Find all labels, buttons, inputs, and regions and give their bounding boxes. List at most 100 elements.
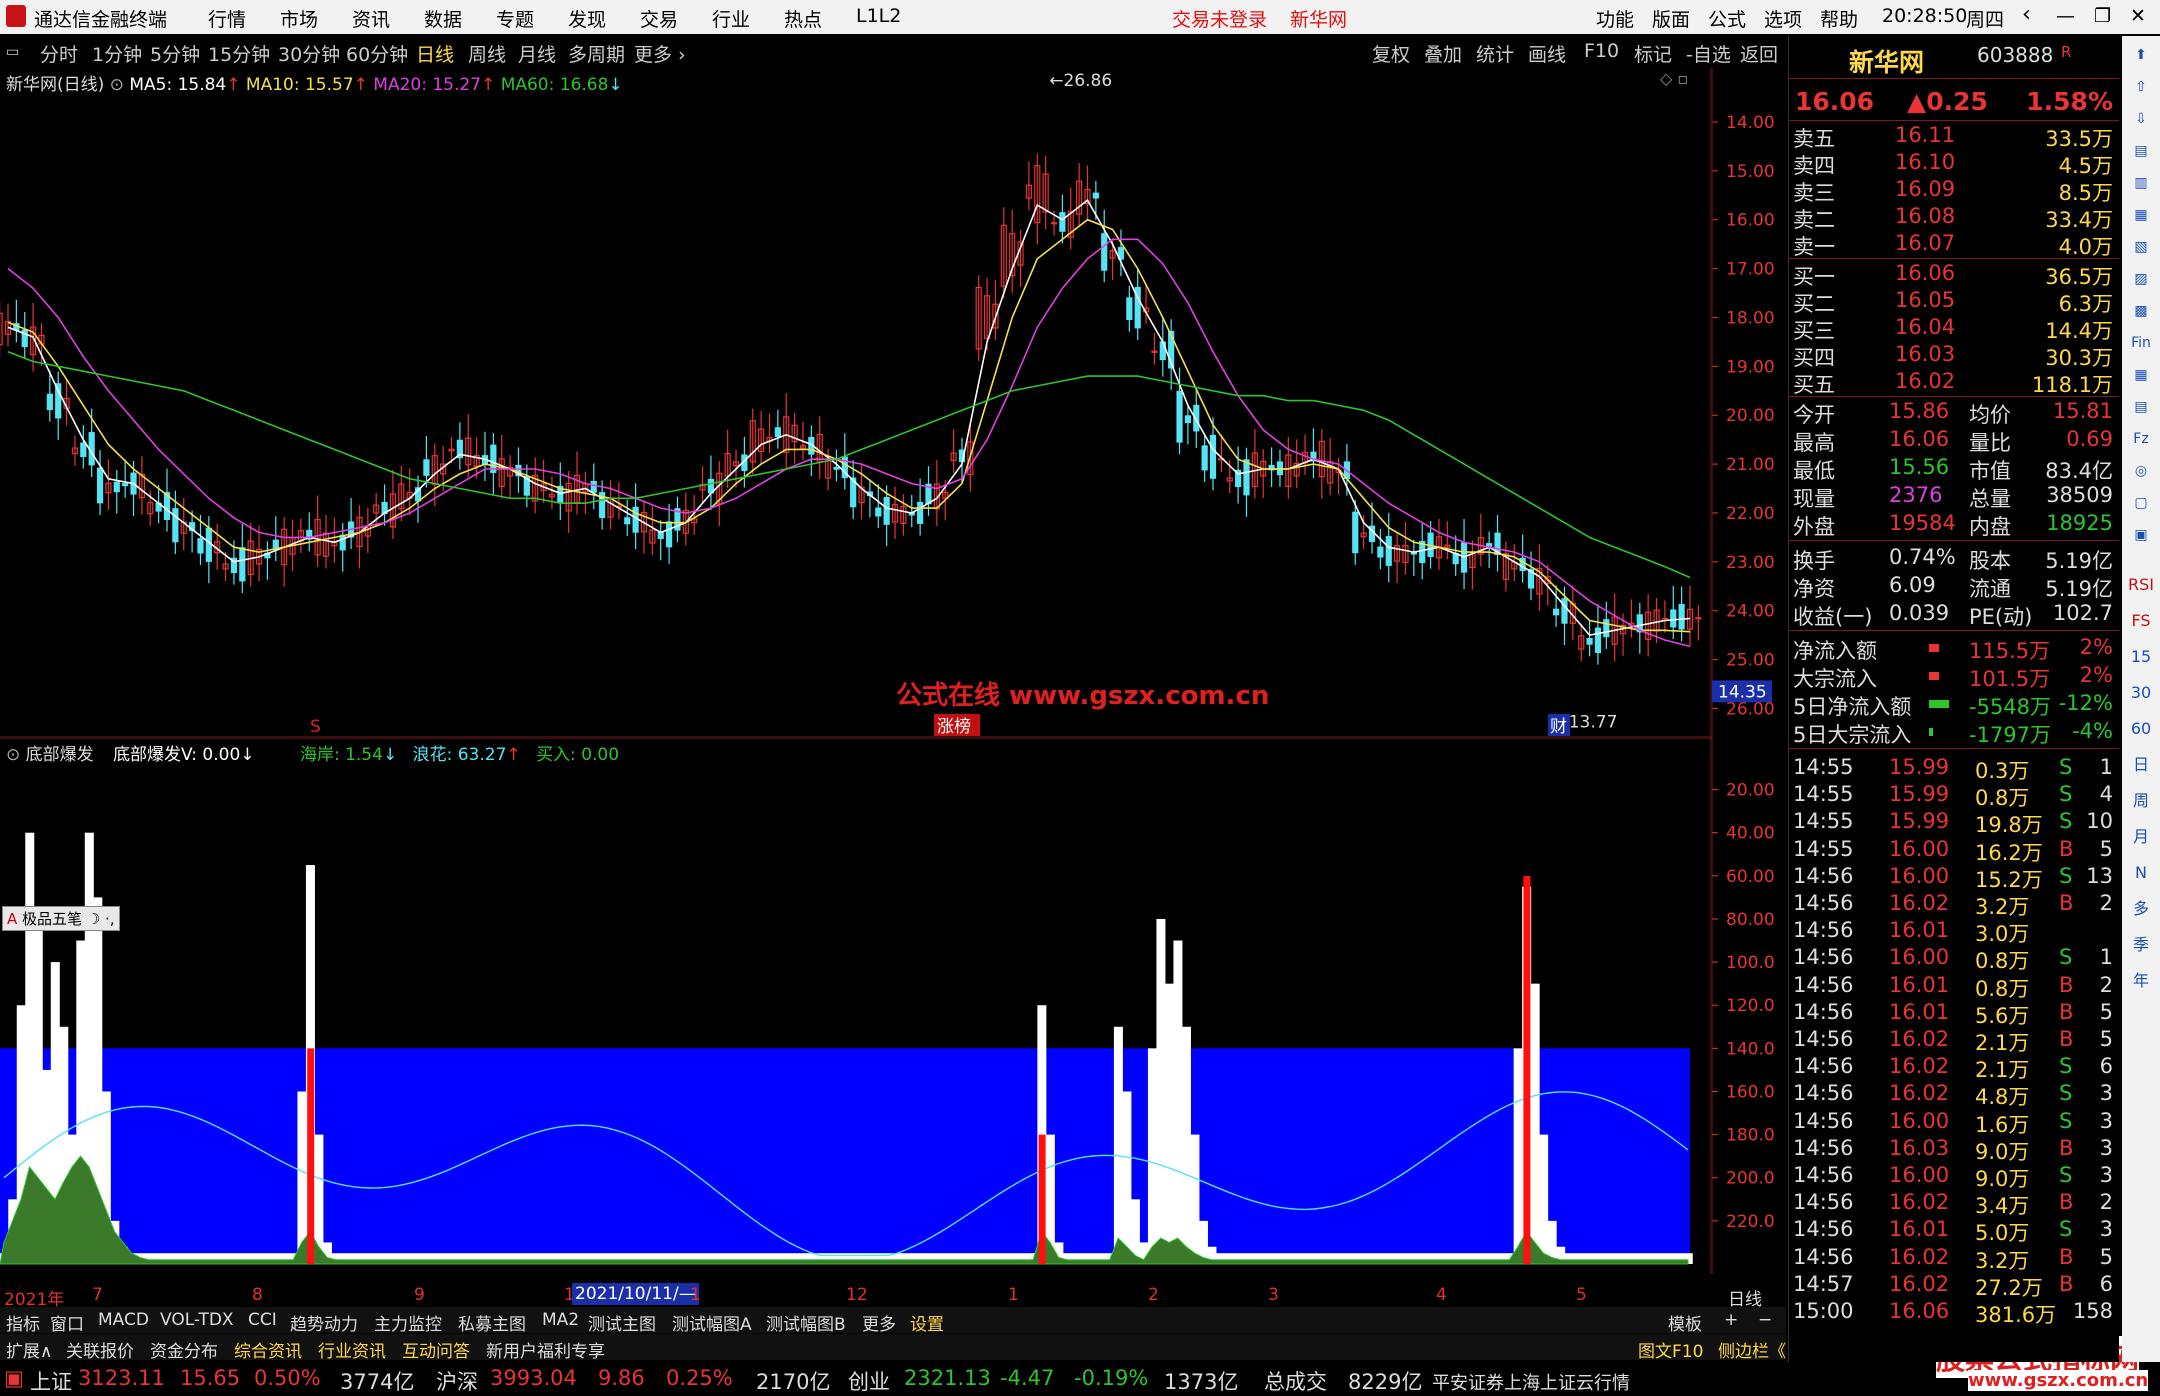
period-daily[interactable]: 日线 xyxy=(416,40,454,67)
toolbar-icon[interactable]: Fin xyxy=(2128,330,2154,356)
toolbar-item-7[interactable]: 月 xyxy=(2128,824,2154,850)
tab-ceshi-b[interactable]: 测试幅图B xyxy=(766,1310,846,1335)
menu-item-redian[interactable]: 热点 xyxy=(784,5,822,32)
back-icon[interactable]: ‹ xyxy=(2022,2,2031,27)
tool-tongji[interactable]: 统计 xyxy=(1476,40,1514,67)
menu-item-gongneng[interactable]: 功能 xyxy=(1596,5,1634,32)
tab-cci[interactable]: CCI xyxy=(248,1310,277,1330)
tool-fuquan[interactable]: 复权 xyxy=(1372,40,1410,67)
toolbar-item-9[interactable]: 多 xyxy=(2128,896,2154,922)
menu-item-banmian[interactable]: 版面 xyxy=(1652,5,1690,32)
tab-ceshi-a[interactable]: 测试幅图A xyxy=(672,1310,752,1335)
ime-toolbar[interactable]: A 极品五笔 ☽ ·, xyxy=(2,906,120,931)
indicator-chart[interactable] xyxy=(0,738,1712,1274)
tab-zijin[interactable]: 资金分布 xyxy=(150,1337,218,1362)
period-weekly[interactable]: 周线 xyxy=(468,40,506,67)
tab-hangye[interactable]: 行业资讯 xyxy=(318,1337,386,1362)
menu-item-hangye[interactable]: 行业 xyxy=(712,5,750,32)
menu-item-bangzhu[interactable]: 帮助 xyxy=(1820,5,1858,32)
toolbar-icon[interactable]: ▨ xyxy=(2128,266,2154,292)
toolbar-icon[interactable]: ▥ xyxy=(2128,170,2154,196)
tab-tuwen-f10[interactable]: 图文F10 xyxy=(1638,1337,1703,1362)
tab-guanlian[interactable]: 关联报价 xyxy=(66,1337,134,1362)
tool-biaoji[interactable]: 标记 xyxy=(1634,40,1672,67)
toolbar-icon[interactable]: ▩ xyxy=(2128,298,2154,324)
toolbar-item-11[interactable]: 年 xyxy=(2128,968,2154,994)
menu-item-shuju[interactable]: 数据 xyxy=(424,5,462,32)
tab-macd[interactable]: MACD xyxy=(98,1310,149,1330)
tab-zhibiao[interactable]: 指标 xyxy=(6,1310,40,1335)
tab-chuangkou[interactable]: 窗口 xyxy=(50,1310,84,1335)
toolbar-item-3[interactable]: 30 xyxy=(2128,680,2154,706)
settings-icon[interactable]: ⊙ xyxy=(110,75,130,95)
add-button[interactable]: + xyxy=(1724,1310,1738,1330)
toolbar-icon[interactable]: ▢ xyxy=(2128,490,2154,516)
close-icon[interactable]: ✕ xyxy=(2130,5,2146,27)
menu-item-gongshi[interactable]: 公式 xyxy=(1708,5,1746,32)
period-30min[interactable]: 30分钟 xyxy=(278,40,340,67)
toolbar-icon[interactable]: ▦ xyxy=(2128,362,2154,388)
sz-name[interactable]: 沪深 xyxy=(436,1366,478,1396)
period-5min[interactable]: 5分钟 xyxy=(150,40,200,67)
toolbar-icon[interactable]: ◎ xyxy=(2128,458,2154,484)
period-more[interactable]: 更多 › xyxy=(634,40,686,67)
menu-item-xuanxiang[interactable]: 选项 xyxy=(1764,5,1802,32)
tab-ma2[interactable]: MA2 xyxy=(542,1310,579,1330)
toolbar-icon[interactable]: ▤ xyxy=(2128,394,2154,420)
indicator-name[interactable]: 底部爆发 xyxy=(26,745,94,765)
menu-item-zhuanti[interactable]: 专题 xyxy=(496,5,534,32)
toolbar-item-1[interactable]: FS xyxy=(2128,608,2154,634)
period-fenshi[interactable]: 分时 xyxy=(40,40,78,67)
tab-sidebar[interactable]: 侧边栏《 xyxy=(1718,1337,1786,1362)
menu-item-zixun[interactable]: 资讯 xyxy=(352,5,390,32)
period-15min[interactable]: 15分钟 xyxy=(208,40,270,67)
toolbar-item-2[interactable]: 15 xyxy=(2128,644,2154,670)
period-1min[interactable]: 1分钟 xyxy=(92,40,142,67)
toolbar-icon[interactable]: ▣ xyxy=(2128,522,2154,548)
menu-item-faxian[interactable]: 发现 xyxy=(568,5,606,32)
tab-settings[interactable]: 设置 xyxy=(910,1310,944,1335)
tab-more[interactable]: 更多 xyxy=(862,1310,896,1335)
period-multi[interactable]: 多周期 xyxy=(568,40,625,67)
toolbar-item-0[interactable]: RSI xyxy=(2128,572,2154,598)
toolbar-icon[interactable]: ▤ xyxy=(2128,138,2154,164)
toolbar-icon[interactable]: ⬆ xyxy=(2128,42,2154,68)
restore-icon[interactable]: ❐ xyxy=(2094,5,2111,27)
menu-item-l1l2[interactable]: L1L2 xyxy=(856,5,901,27)
kline-chart[interactable]: ←26.86←13.77公式在线 www.gszx.com.cn涨榜S 财◇ ▫ xyxy=(0,68,1712,738)
period-monthly[interactable]: 月线 xyxy=(518,40,556,67)
menu-item-shichang[interactable]: 市场 xyxy=(280,5,318,32)
tab-vol-tdx[interactable]: VOL-TDX xyxy=(160,1310,234,1330)
tool-fanhui[interactable]: 返回 xyxy=(1740,40,1778,67)
tab-kuozhan[interactable]: 扩展∧ xyxy=(6,1337,52,1362)
tab-simu[interactable]: 私募主图 xyxy=(458,1310,526,1335)
toolbar-item-10[interactable]: 季 xyxy=(2128,932,2154,958)
broker-name[interactable]: 平安证券上海上证云行情 xyxy=(1432,1369,1630,1395)
toolbar-icon[interactable]: Fz xyxy=(2128,426,2154,452)
period-60min[interactable]: 60分钟 xyxy=(346,40,408,67)
minimize-icon[interactable]: — xyxy=(2056,5,2075,27)
template-button[interactable]: 模板 xyxy=(1668,1310,1702,1335)
toolbar-item-6[interactable]: 周 xyxy=(2128,788,2154,814)
collapse-icon[interactable]: ▭ xyxy=(6,44,19,60)
toolbar-icon[interactable]: ⇧ xyxy=(2128,74,2154,100)
menu-item-hangqing[interactable]: 行情 xyxy=(208,5,246,32)
tool-zixuan[interactable]: -自选 xyxy=(1686,40,1731,67)
tab-ceshi-zhutu[interactable]: 测试主图 xyxy=(588,1310,656,1335)
toolbar-item-8[interactable]: N xyxy=(2128,860,2154,886)
tab-hudong[interactable]: 互动问答 xyxy=(402,1337,470,1362)
tab-zhuli[interactable]: 主力监控 xyxy=(374,1310,442,1335)
menu-item-jiaoyi[interactable]: 交易 xyxy=(640,5,678,32)
cy-name[interactable]: 创业 xyxy=(848,1366,890,1396)
tab-qushi[interactable]: 趋势动力 xyxy=(290,1310,358,1335)
tool-diejia[interactable]: 叠加 xyxy=(1424,40,1462,67)
tool-f10[interactable]: F10 xyxy=(1584,40,1619,62)
trade-login-status[interactable]: 交易未登录 xyxy=(1172,5,1267,32)
tab-zonghe[interactable]: 综合资讯 xyxy=(234,1337,302,1362)
tool-huaxian[interactable]: 画线 xyxy=(1528,40,1566,67)
toolbar-icon[interactable]: ⇩ xyxy=(2128,106,2154,132)
toolbar-item-5[interactable]: 日 xyxy=(2128,752,2154,778)
sh-name[interactable]: 上证 xyxy=(30,1366,72,1396)
toolbar-icon[interactable]: ▧ xyxy=(2128,234,2154,260)
toolbar-item-4[interactable]: 60 xyxy=(2128,716,2154,742)
